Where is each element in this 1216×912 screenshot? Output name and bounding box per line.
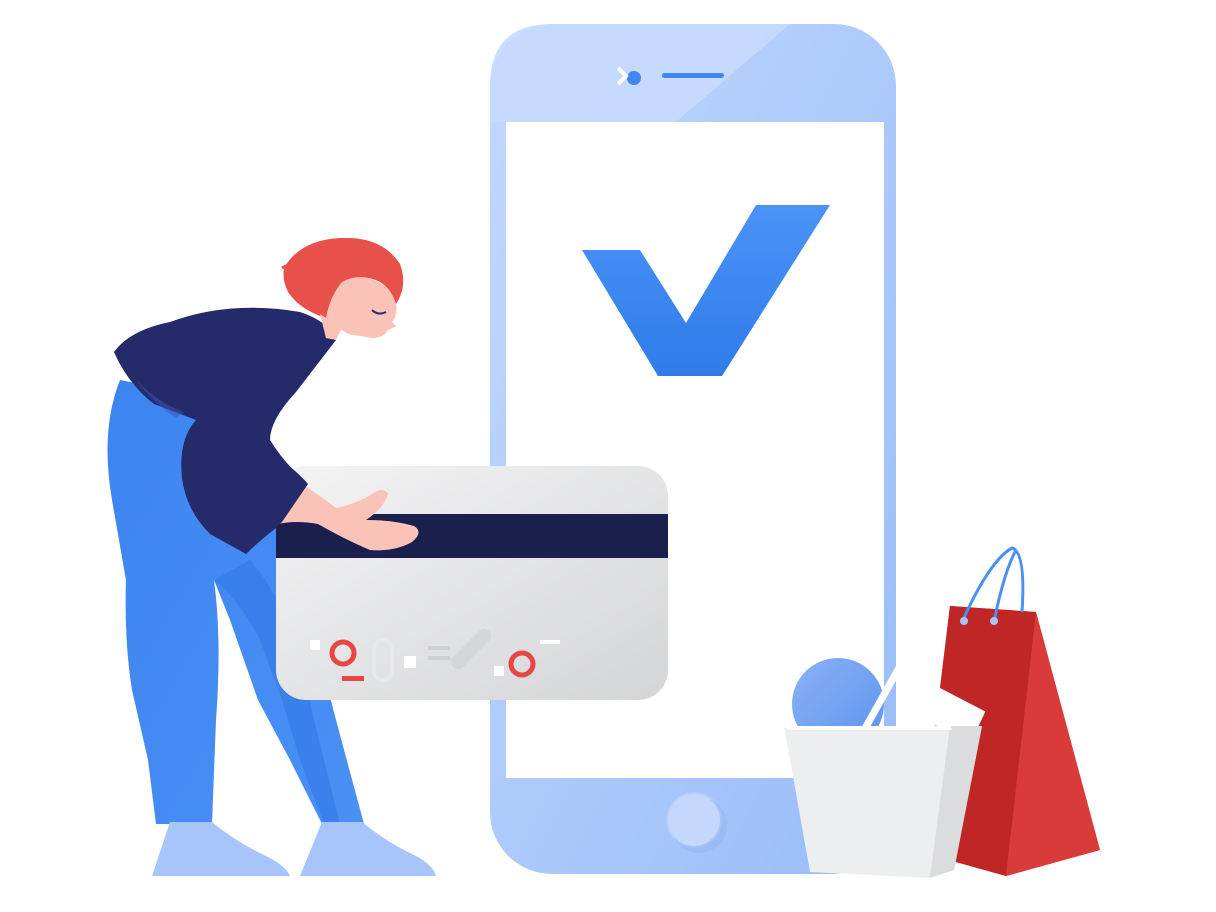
phone-camera — [627, 71, 641, 85]
right-shoe — [300, 822, 436, 876]
card-body — [276, 466, 668, 700]
credit-card — [276, 466, 668, 700]
illustration-canvas — [107, 24, 1100, 878]
payment-illustration — [0, 0, 1216, 912]
phone-speaker — [662, 73, 724, 78]
left-shoe — [152, 822, 290, 876]
